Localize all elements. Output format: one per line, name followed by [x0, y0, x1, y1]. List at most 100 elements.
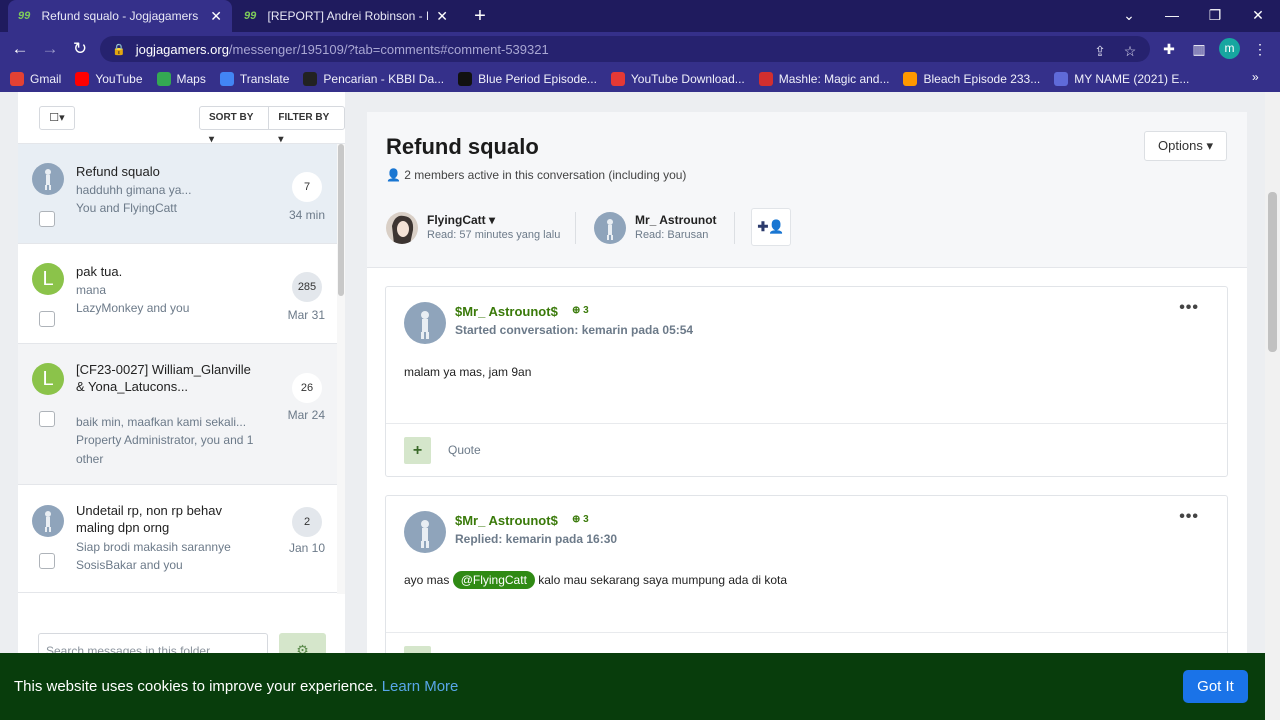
minimize-button[interactable]: —	[1150, 0, 1194, 32]
conversation-item[interactable]: Refund squalo hadduhh gimana ya... You a…	[18, 144, 337, 244]
member-name-label: FlyingCatt	[427, 213, 486, 227]
address-bar[interactable]: 🔒 jogjagamers.org/messenger/195109/?tab=…	[100, 36, 1150, 62]
conversation-participants: Property Administrator, you and 1 other	[76, 433, 254, 466]
profile-avatar[interactable]: m	[1219, 38, 1240, 59]
message-count-badge: 26	[292, 373, 322, 403]
options-button[interactable]: Options ▾	[1144, 131, 1227, 161]
bookmark-label: Translate	[239, 72, 290, 86]
bookmark-item[interactable]: Pencarian - KBBI Da...	[303, 72, 444, 86]
new-tab-button[interactable]: +	[468, 4, 492, 28]
message-body: ayo mas @FlyingCatt kalo mau sekarang sa…	[404, 571, 787, 589]
reputation-value: 3	[583, 305, 589, 316]
message-author[interactable]: $Mr_ Astrounot$	[455, 513, 558, 528]
message-count-badge: 2	[292, 507, 322, 537]
close-window-button[interactable]: ✕	[1236, 0, 1280, 32]
tab-refund-squalo[interactable]: 99 Refund squalo - Jogjagamers Co ✕	[8, 0, 232, 32]
bookmark-item[interactable]: Gmail	[10, 72, 61, 86]
bleach-icon	[903, 72, 918, 86]
translate-icon	[219, 72, 234, 86]
conversation-item[interactable]: L pak tua. mana LazyMonkey and you 285 M…	[18, 244, 337, 344]
conversation-title[interactable]: pak tua.	[76, 263, 256, 280]
cookie-text: This website uses cookies to improve you…	[14, 678, 458, 695]
bookmark-item[interactable]: Bleach Episode 233...	[903, 72, 1040, 86]
conversation-item[interactable]: Undetail rp, non rp behav maling dpn orn…	[18, 485, 337, 593]
side-panel-icon[interactable]: ▥	[1187, 37, 1211, 61]
back-button[interactable]: ←	[8, 37, 32, 61]
sidebar-header: ☐▾ SORT BY ▾ FILTER BY ▾	[18, 92, 345, 145]
reload-button[interactable]: ↻	[68, 37, 92, 61]
conversation-item[interactable]: L [CF23-0027] William_Glanville & Yona_L…	[18, 344, 337, 485]
sort-by-button[interactable]: SORT BY ▾	[200, 107, 268, 145]
message-card: $Mr_ Astrounot$ ⊕ 3 Started conversation…	[385, 286, 1228, 477]
tab-search-icon[interactable]: ⌄	[1107, 0, 1151, 32]
extensions-icon[interactable]: ✚	[1157, 37, 1181, 61]
tab-title: [REPORT] Andrei Robinson - Pag	[267, 9, 429, 23]
conversation-checkbox[interactable]	[39, 311, 55, 327]
sort-label: SORT BY	[209, 112, 254, 123]
cookie-message: This website uses cookies to improve you…	[14, 678, 378, 695]
page-scrollbar[interactable]	[1265, 92, 1280, 720]
avatar	[404, 511, 446, 553]
maps-icon	[156, 72, 171, 86]
tab-report[interactable]: 99 [REPORT] Andrei Robinson - Pag ✕	[234, 0, 458, 32]
bookmark-label: Blue Period Episode...	[478, 72, 597, 86]
add-member-button[interactable]: ✚👤	[751, 208, 791, 246]
kbbi-icon	[303, 72, 318, 86]
bookmark-item[interactable]: Maps	[156, 72, 206, 86]
page-content: ☐▾ SORT BY ▾ FILTER BY ▾ Refund squalo h…	[0, 92, 1265, 720]
message-body: malam ya mas, jam 9an	[404, 365, 532, 379]
divider	[734, 212, 735, 244]
members-active-text: 👤 2 members active in this conversation …	[386, 168, 686, 182]
quote-button[interactable]: Quote	[448, 443, 481, 457]
sort-filter-group: SORT BY ▾ FILTER BY ▾	[199, 106, 345, 145]
conversation-checkbox[interactable]	[39, 211, 55, 227]
message-menu-icon[interactable]: •••	[1179, 299, 1199, 317]
bookmark-label: Bleach Episode 233...	[923, 72, 1041, 86]
conversation-title[interactable]: Refund squalo	[76, 163, 256, 180]
select-all-dropdown[interactable]: ☐▾	[39, 106, 75, 130]
bookmark-label: Mashle: Magic and...	[778, 72, 890, 86]
page-title: Refund squalo	[386, 134, 539, 159]
conversation-checkbox[interactable]	[39, 411, 55, 427]
got-it-button[interactable]: Got It	[1183, 670, 1248, 703]
member-read-status: Read: Barusan	[635, 229, 709, 241]
bookmark-item[interactable]: Mashle: Magic and...	[758, 72, 890, 86]
site-favicon-icon: 99	[18, 10, 31, 22]
message-author[interactable]: $Mr_ Astrounot$	[455, 304, 558, 319]
filter-label: FILTER BY	[278, 112, 330, 123]
close-tab-icon[interactable]: ✕	[436, 8, 448, 25]
avatar: L	[32, 363, 64, 395]
bookmarks-bar: Gmail YouTube Maps Translate Pencarian - KBB…	[0, 66, 1280, 92]
cookie-banner: This website uses cookies to improve you…	[0, 653, 1265, 720]
sidebar-scrollbar[interactable]	[337, 144, 345, 594]
conversation-panel: Refund squalo 👤 2 members active in this…	[367, 112, 1247, 720]
learn-more-link[interactable]: Learn More	[382, 678, 459, 695]
bookmark-item[interactable]: Translate	[219, 72, 290, 86]
maximize-button[interactable]: ❐	[1193, 0, 1237, 32]
conversation-checkbox[interactable]	[39, 553, 55, 569]
conversation-title[interactable]: [CF23-0027] William_Glanville & Yona_Lat…	[76, 361, 256, 395]
bookmark-item[interactable]: MY NAME (2021) E...	[1054, 72, 1189, 86]
message-menu-icon[interactable]: •••	[1179, 508, 1199, 526]
filter-by-button[interactable]: FILTER BY ▾	[268, 107, 344, 145]
members-active-label: 2 members active in this conversation (i…	[404, 168, 687, 182]
forward-button[interactable]: →	[38, 37, 62, 61]
more-bookmarks-icon[interactable]: »	[1252, 70, 1259, 84]
bookmark-item[interactable]: YouTube	[75, 72, 143, 86]
site-favicon-icon: 99	[244, 10, 257, 22]
bookmark-item[interactable]: YouTube Download...	[610, 72, 745, 86]
react-plus-button[interactable]: +	[404, 437, 431, 464]
browser-tab-bar: 99 Refund squalo - Jogjagamers Co ✕ 99 […	[0, 0, 1280, 32]
member-name: Mr_ Astrounot	[635, 213, 717, 227]
user-mention[interactable]: @FlyingCatt	[452, 571, 535, 589]
url-host: jogjagamers.org	[135, 41, 229, 57]
close-tab-icon[interactable]: ✕	[210, 8, 222, 25]
reputation-badge: ⊕ 3	[572, 514, 589, 525]
bookmark-item[interactable]: Blue Period Episode...	[458, 72, 597, 86]
message-footer: + Quote	[386, 423, 1227, 476]
bookmark-star-icon[interactable]: ☆	[1120, 41, 1140, 61]
share-icon[interactable]: ⇪	[1090, 41, 1110, 61]
mashle-icon	[758, 72, 773, 86]
conversation-title[interactable]: Undetail rp, non rp behav maling dpn orn…	[76, 502, 256, 536]
menu-dots-icon[interactable]: ⋮	[1248, 37, 1272, 61]
